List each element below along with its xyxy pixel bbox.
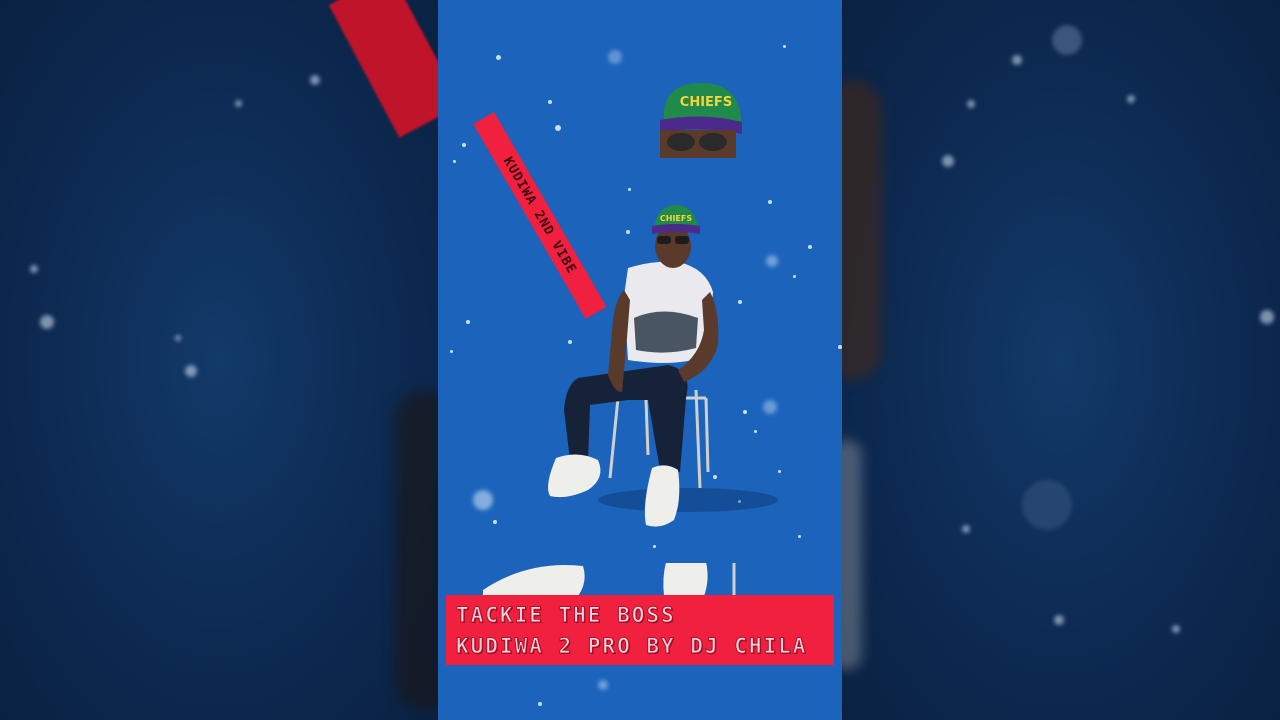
blurred-background-right bbox=[842, 0, 1280, 720]
blurred-background-left bbox=[0, 0, 438, 720]
cropped-feet-bottom bbox=[438, 560, 842, 596]
cap-text: CHIEFS bbox=[660, 214, 692, 223]
blurred-figure bbox=[842, 80, 882, 380]
video-panel: KUDIWA 2ND VIBE CHIEFS CHIEFS TACKIE THE… bbox=[438, 0, 842, 720]
blurred-banner bbox=[328, 0, 438, 138]
blurred-figure bbox=[395, 390, 438, 710]
title-track: KUDIWA 2 PRO BY DJ CHILA bbox=[456, 633, 808, 658]
title-overlay: TACKIE THE BOSS KUDIWA 2 PRO BY DJ CHILA bbox=[446, 595, 834, 665]
blurred-chair bbox=[842, 440, 862, 670]
cropped-head-top: CHIEFS bbox=[660, 82, 742, 158]
video-frame[interactable]: KUDIWA 2ND VIBE CHIEFS CHIEFS TACKIE THE… bbox=[0, 0, 1280, 720]
cap-text-top: CHIEFS bbox=[680, 95, 732, 110]
title-artist: TACKIE THE BOSS bbox=[456, 602, 676, 627]
